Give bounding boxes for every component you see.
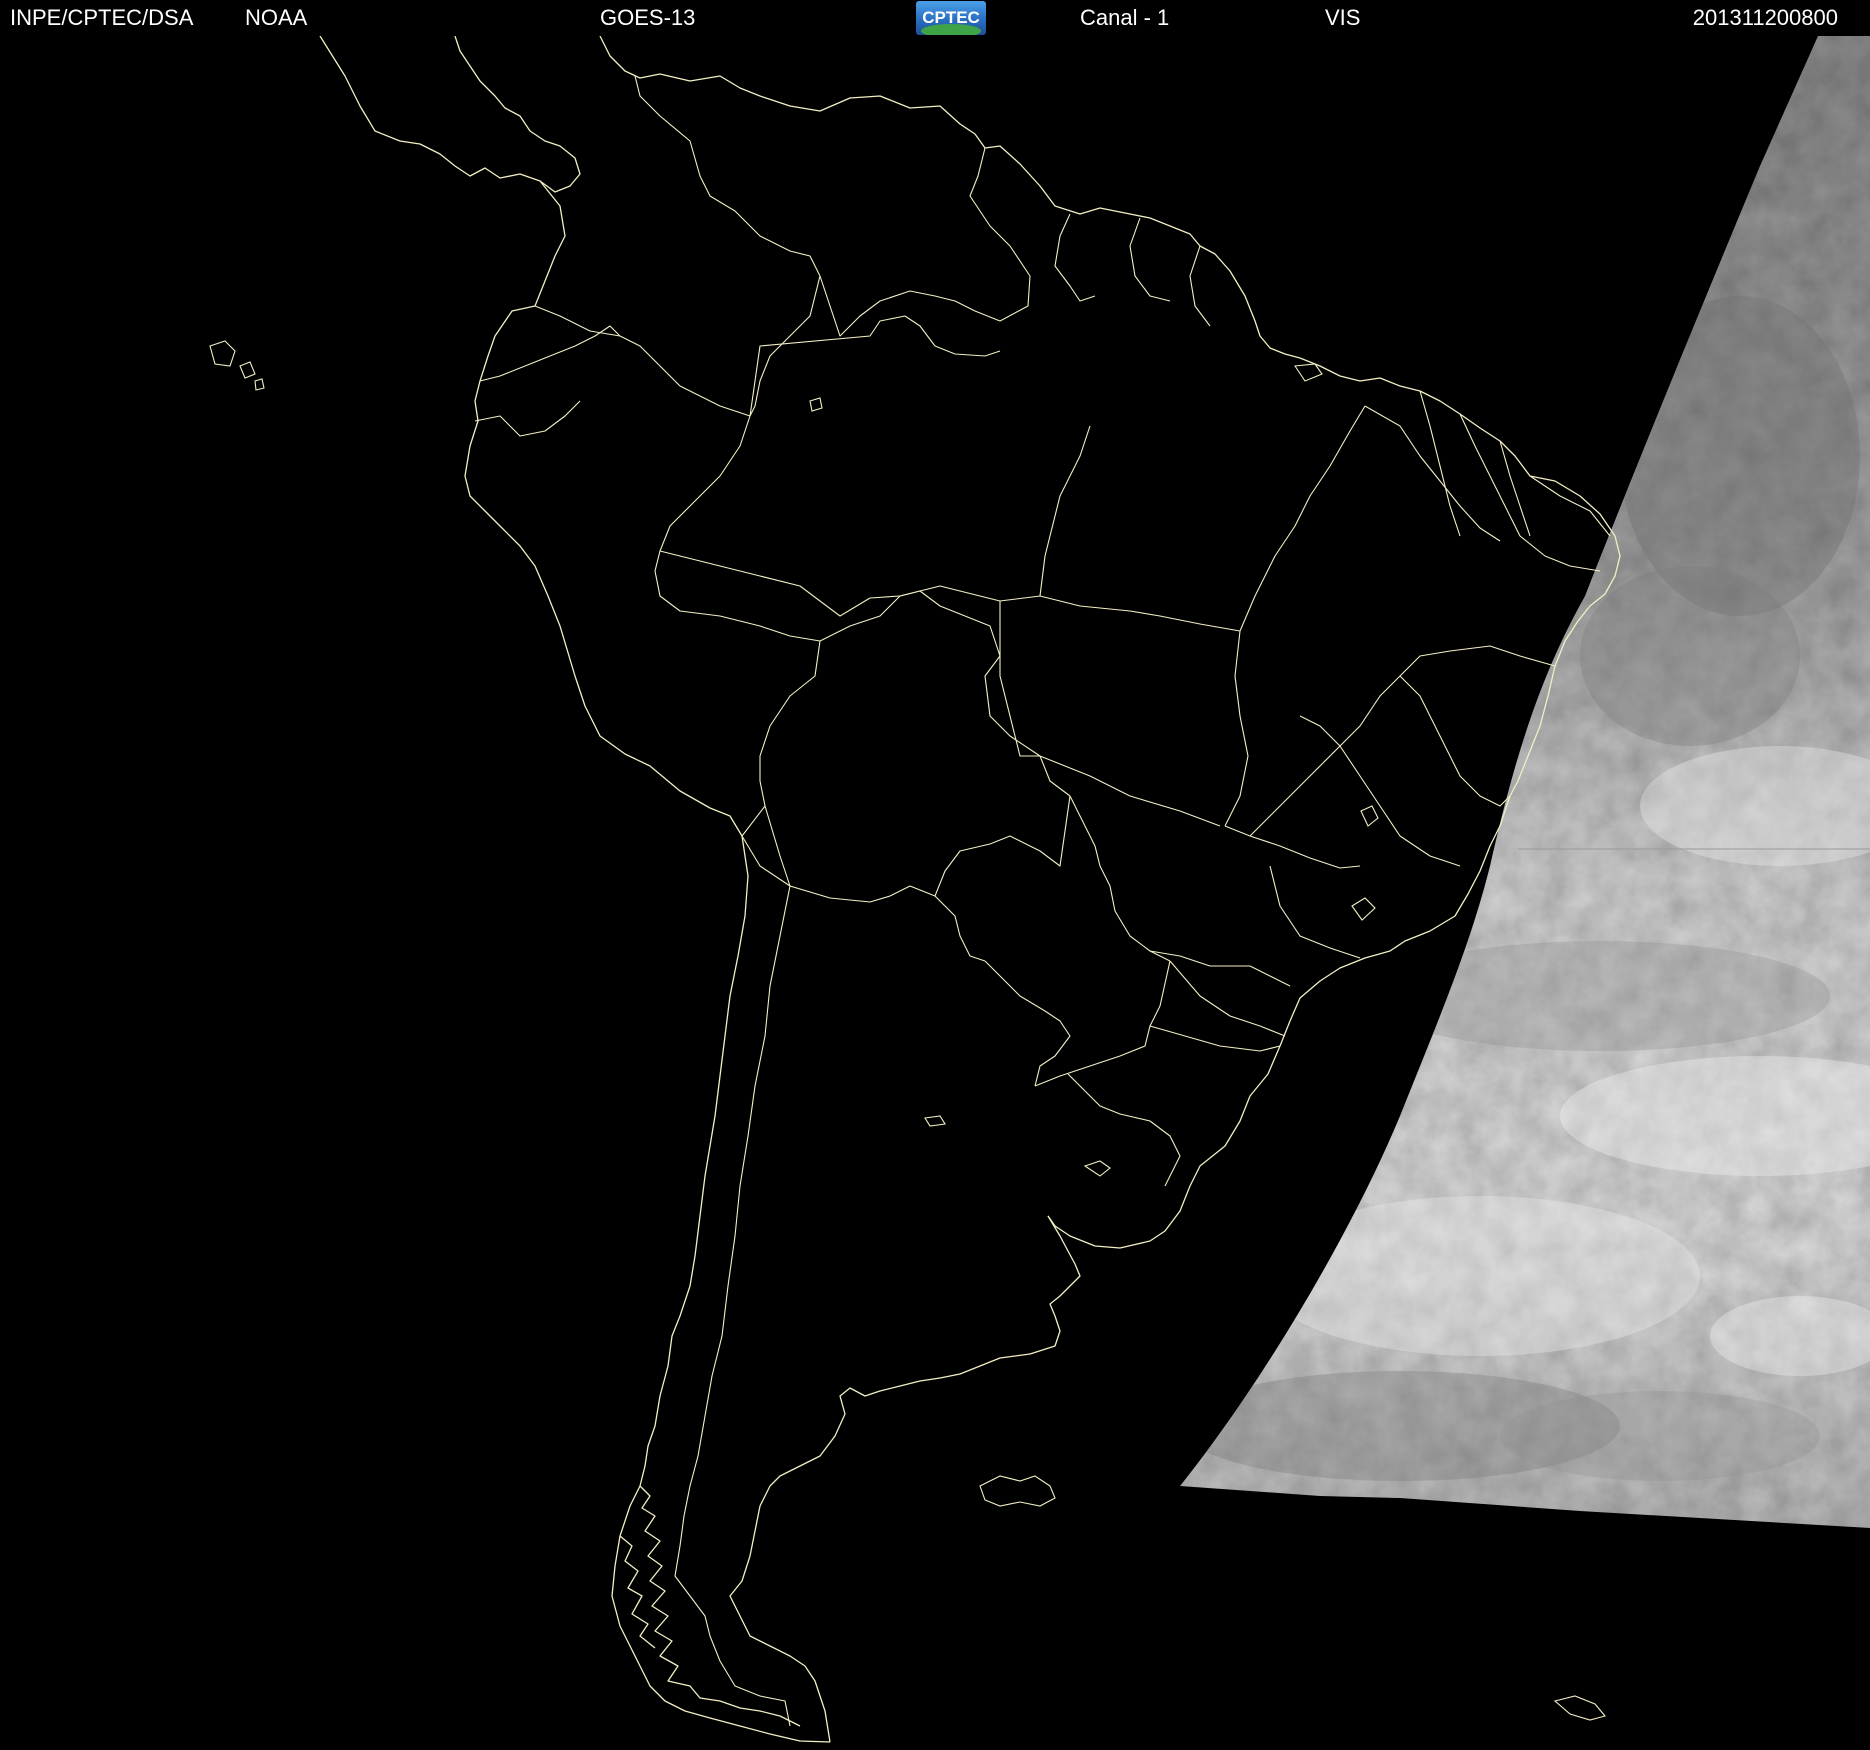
channel-label: Canal - 1 [1080,5,1170,30]
logo-text: CPTEC [922,8,980,27]
west-coast [611,835,831,1743]
chile-fjords [639,1485,801,1727]
timestamp-label: 201311200800 [1692,5,1838,30]
central-america-coast [319,36,581,193]
map-frame [0,36,1870,1750]
caribbean-coast [599,36,1301,359]
south-america-north-coast [464,180,743,837]
satellite-label: GOES-13 [600,5,696,30]
institution-label: INPE/CPTEC/DSA [10,5,194,30]
image-header-bar: INPE/CPTEC/DSA NOAA GOES-13 CPTEC Canal … [0,0,1870,37]
cptec-logo-icon: CPTEC [916,1,986,35]
satellite-image-viewer: INPE/CPTEC/DSA NOAA GOES-13 CPTEC Canal … [0,0,1870,1750]
agency-label: NOAA [245,5,308,30]
map-canvas [209,36,1870,1743]
islands [209,340,1606,1721]
band-label: VIS [1325,5,1361,30]
satellite-imagery-swath [1180,36,1870,1528]
brazil-state-borders [659,315,1611,1052]
country-borders [474,75,1211,1727]
